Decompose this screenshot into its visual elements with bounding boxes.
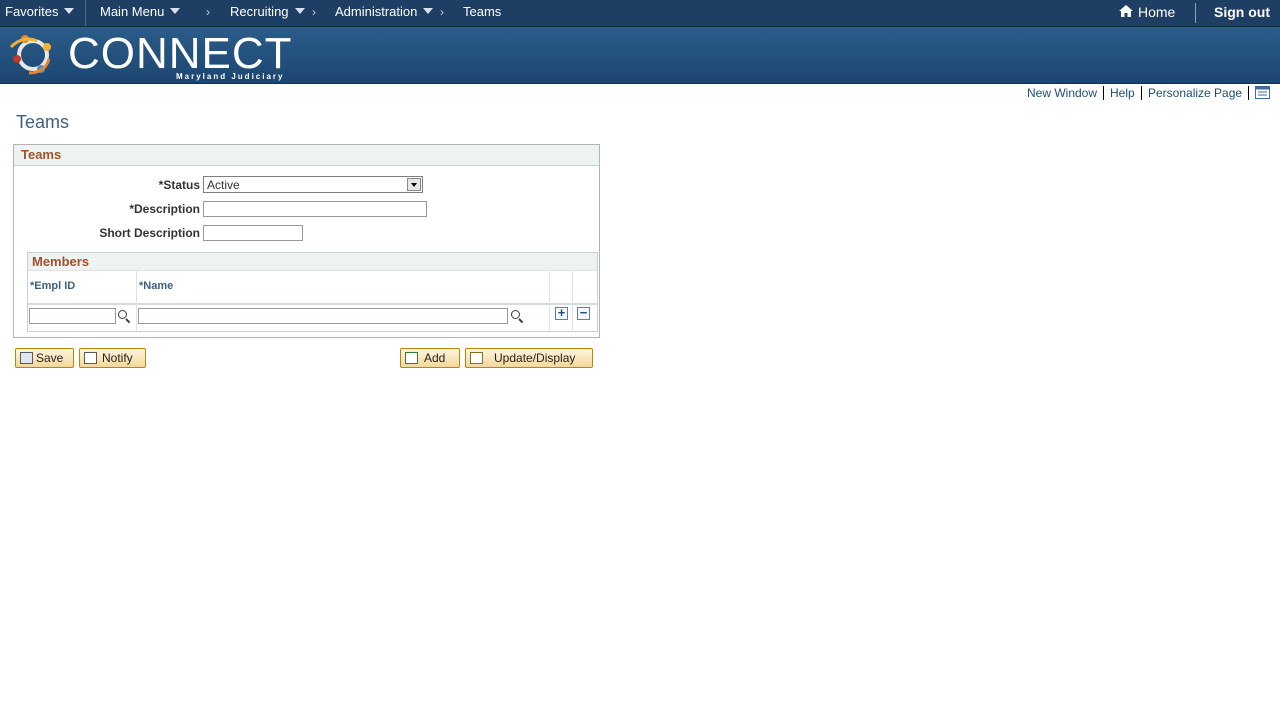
- column-divider: [136, 270, 137, 302]
- link-divider: [1103, 86, 1104, 100]
- personalize-page-link[interactable]: Personalize Page: [1148, 86, 1242, 100]
- members-grid-title: Members: [32, 254, 90, 269]
- main-menu[interactable]: Main Menu: [100, 4, 181, 19]
- members-column-headers: *Empl ID *Name: [28, 270, 597, 305]
- status-selected-value: Active: [207, 178, 240, 192]
- members-grid: Members *Empl ID *Name + −: [27, 252, 598, 332]
- column-header-empl-id[interactable]: *Empl ID: [30, 280, 75, 292]
- short-description-input[interactable]: [203, 225, 303, 241]
- column-divider: [549, 270, 550, 302]
- sign-out-link[interactable]: Sign out: [1214, 4, 1270, 20]
- breadcrumb-administration[interactable]: Administration: [335, 4, 434, 19]
- home-link[interactable]: Home: [1118, 4, 1175, 20]
- save-button-label: Save: [36, 351, 64, 365]
- add-button-label: Add: [424, 351, 446, 365]
- breadcrumb-label: Recruiting: [230, 4, 289, 19]
- pencil-icon: [470, 352, 483, 364]
- home-label: Home: [1138, 4, 1176, 20]
- logo-subtitle: Maryland Judiciary: [176, 72, 285, 81]
- description-label: *Description: [129, 202, 200, 216]
- status-select[interactable]: Active: [203, 176, 423, 193]
- dropdown-arrow-icon[interactable]: [407, 178, 421, 191]
- breadcrumb-chevron-icon: ›: [312, 5, 316, 19]
- favorites-menu[interactable]: Favorites: [5, 4, 75, 19]
- page-layout-icon[interactable]: [1255, 86, 1270, 99]
- link-divider: [1248, 86, 1249, 100]
- update-display-button[interactable]: Update/Display: [465, 348, 593, 368]
- breadcrumb-chevron-icon: ›: [440, 5, 444, 19]
- add-button[interactable]: Add: [400, 348, 460, 368]
- top-nav-bar: Favorites Main Menu › Recruiting › Admin…: [0, 0, 1280, 27]
- column-divider: [136, 304, 137, 331]
- members-grid-header: Members: [28, 253, 597, 270]
- empl-id-lookup-icon[interactable]: [118, 310, 130, 322]
- column-divider: [572, 270, 573, 302]
- add-document-icon: [405, 352, 418, 364]
- main-menu-label: Main Menu: [100, 4, 165, 19]
- short-description-label: Short Description: [99, 226, 200, 240]
- chevron-down-icon: [64, 7, 75, 14]
- delete-row-icon[interactable]: −: [577, 306, 590, 320]
- notify-button-label: Notify: [102, 351, 133, 365]
- breadcrumb-chevron-icon: ›: [206, 5, 210, 19]
- nav-divider: [1195, 3, 1196, 23]
- breadcrumb-recruiting[interactable]: Recruiting: [230, 4, 305, 19]
- add-row-icon[interactable]: +: [555, 306, 568, 320]
- page-title: Teams: [16, 112, 70, 132]
- column-divider: [549, 304, 550, 331]
- home-icon: [1119, 5, 1133, 17]
- save-disk-icon: [20, 352, 33, 364]
- nav-divider: [85, 0, 86, 26]
- link-divider: [1141, 86, 1142, 100]
- notify-icon: [84, 352, 97, 364]
- column-divider: [572, 304, 573, 331]
- teams-groupbox-title: Teams: [21, 147, 62, 162]
- teams-groupbox-header: Teams: [14, 145, 599, 166]
- status-label: *Status: [158, 178, 200, 192]
- teams-groupbox: Teams *Status Active *Description Short …: [13, 144, 600, 338]
- name-lookup-icon[interactable]: [511, 310, 523, 322]
- favorites-label: Favorites: [5, 4, 59, 19]
- name-input[interactable]: [138, 308, 508, 324]
- description-input[interactable]: [203, 201, 427, 217]
- breadcrumb-label: Administration: [335, 4, 418, 19]
- chevron-down-icon: [294, 7, 305, 14]
- save-button[interactable]: Save: [15, 348, 74, 368]
- column-header-name[interactable]: *Name: [139, 280, 173, 292]
- breadcrumb-teams[interactable]: Teams: [463, 4, 501, 19]
- empl-id-input[interactable]: [29, 308, 116, 324]
- help-link[interactable]: Help: [1110, 86, 1135, 100]
- chevron-down-icon: [423, 7, 434, 14]
- update-display-button-label: Update/Display: [494, 351, 576, 365]
- notify-button[interactable]: Notify: [79, 348, 146, 368]
- new-window-link[interactable]: New Window: [1027, 86, 1097, 100]
- chevron-down-icon: [170, 7, 181, 14]
- connect-logo-icon: [9, 35, 51, 75]
- banner: CONNECT Maryland Judiciary: [0, 27, 1280, 84]
